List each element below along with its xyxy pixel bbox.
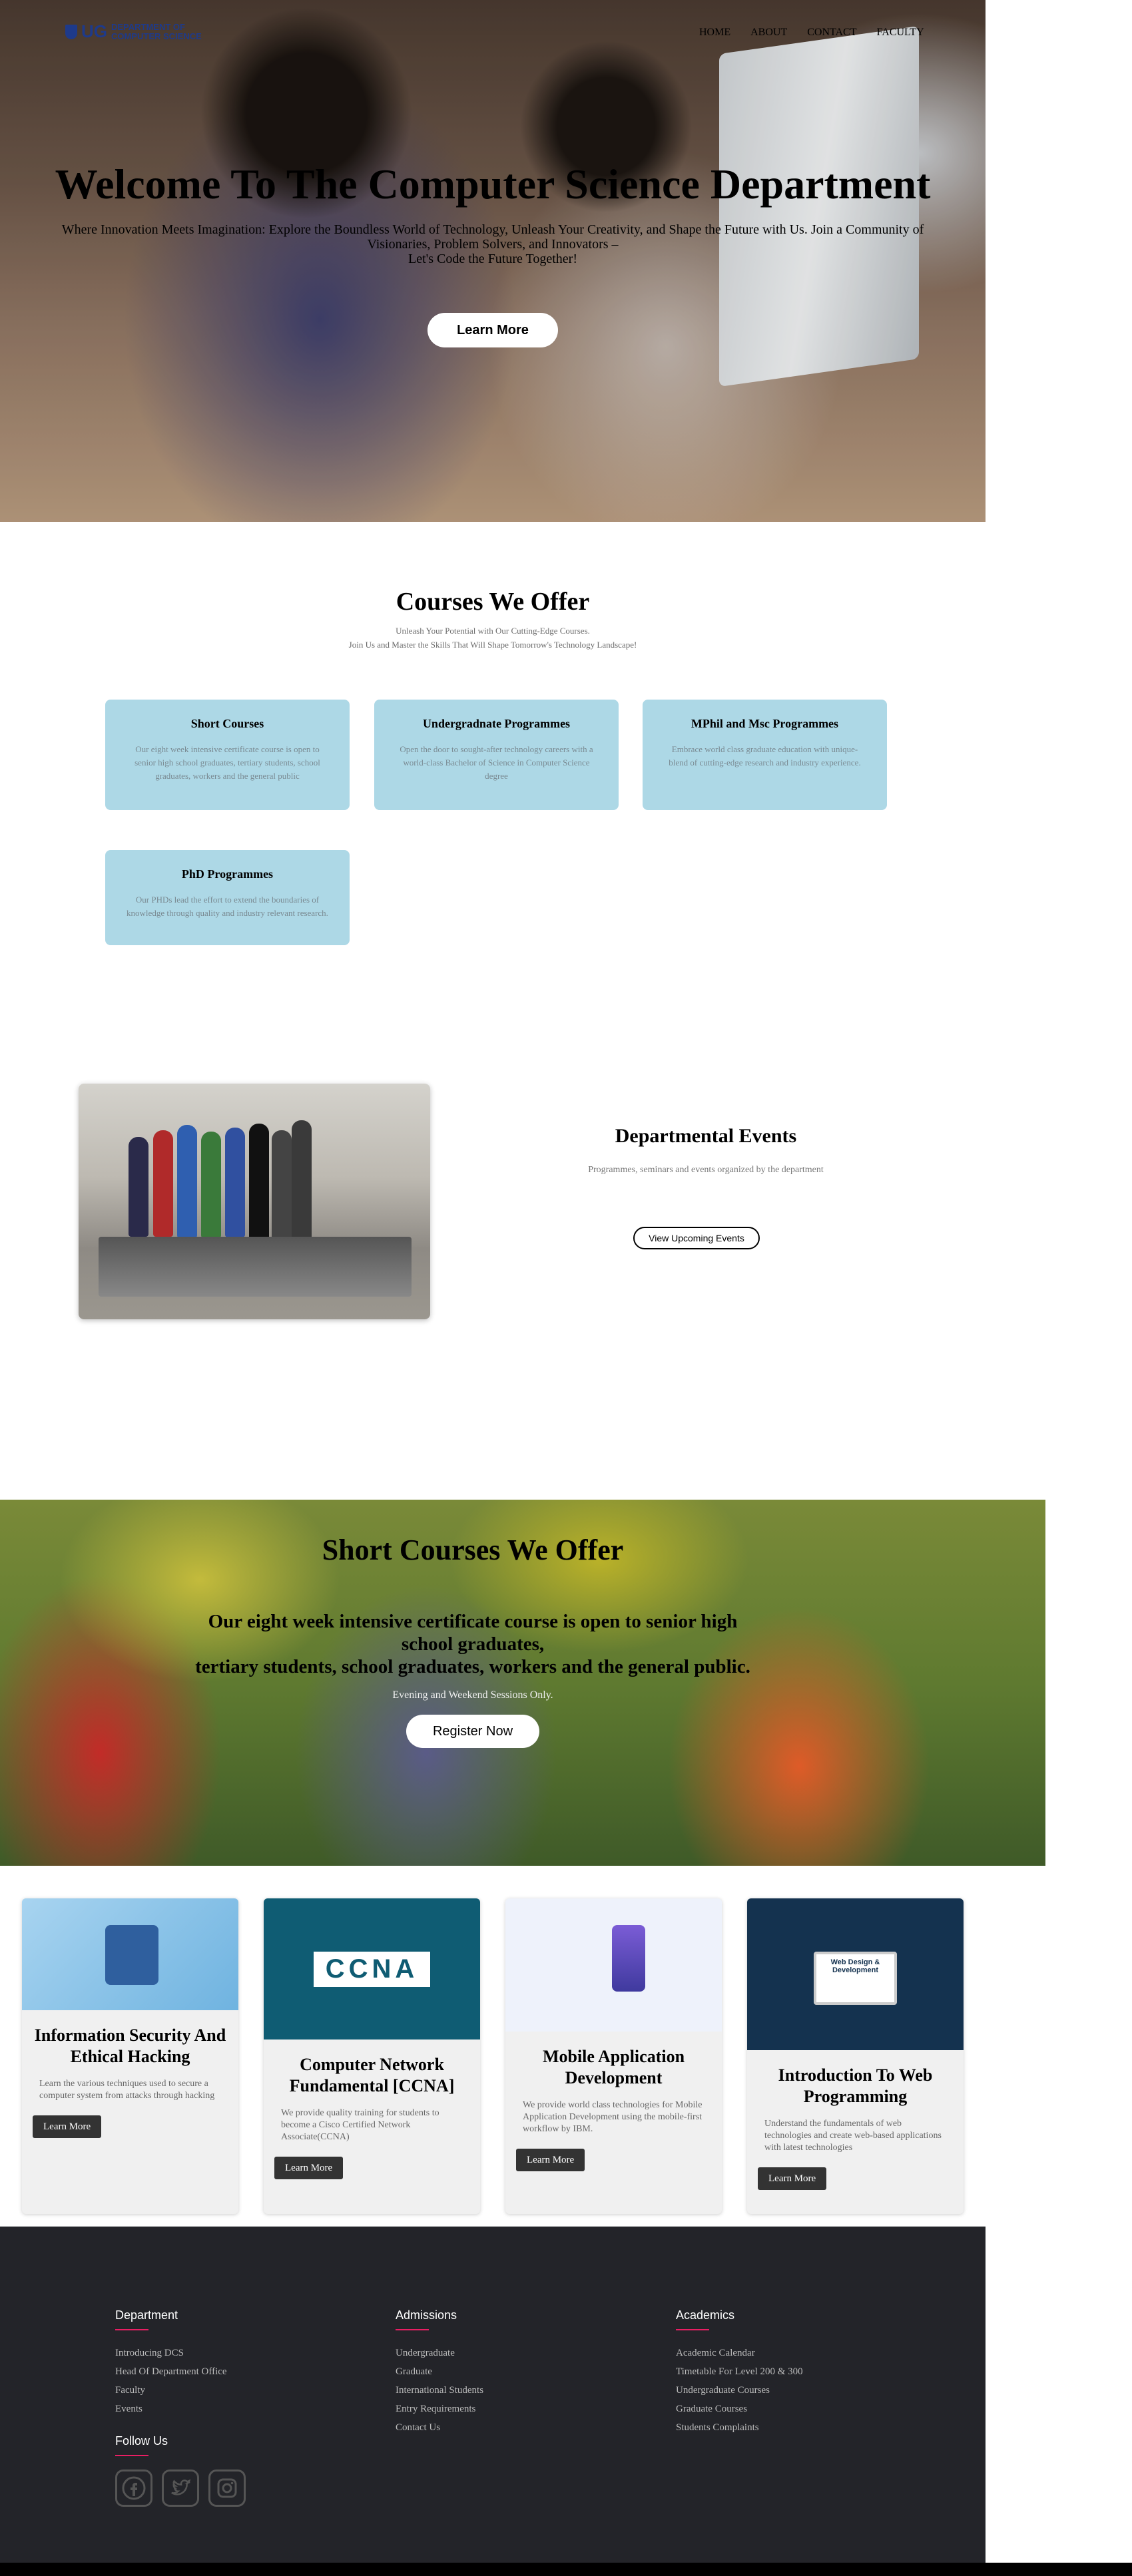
course-card-mobile-app[interactable]: Mobile Application Development We provid… xyxy=(505,1898,722,2214)
footer-link[interactable]: Students Complaints xyxy=(676,2418,803,2437)
web-design-illustration: Web Design & Development xyxy=(747,1898,964,2050)
courses-title: Courses We Offer xyxy=(396,588,590,616)
footer-link[interactable]: Undergraduate Courses xyxy=(676,2381,803,2400)
short-courses-banner: Short Courses We Offer Our eight week in… xyxy=(0,1500,1045,1866)
learn-more-button[interactable]: Learn More xyxy=(274,2157,344,2179)
short-courses-line2: school graduates, xyxy=(401,1633,545,1655)
course-card-desc: Our eight week intensive certificate cou… xyxy=(135,744,320,781)
site-footer: Department Introducing DCS Head Of Depar… xyxy=(0,2227,986,2563)
course-card-mphil-msc[interactable]: MPhil and Msc Programmes Embrace world c… xyxy=(643,700,887,810)
ug-crest-icon xyxy=(65,24,77,39)
course-card-short-courses[interactable]: Short Courses Our eight week intensive c… xyxy=(105,700,350,810)
nav-contact[interactable]: CONTACT xyxy=(807,27,856,39)
short-courses-line1: Our eight week intensive certificate cou… xyxy=(208,1611,738,1632)
course-card-desc: We provide quality training for students… xyxy=(281,2108,439,2142)
course-card-desc: Open the door to sought-after technology… xyxy=(400,744,593,781)
smartphone-icon xyxy=(612,1925,645,1992)
nav-faculty[interactable]: FACULTY xyxy=(877,27,924,39)
course-card-desc: Our PHDs lead the effort to extend the b… xyxy=(127,895,328,918)
footer-link[interactable]: Graduate Courses xyxy=(676,2400,803,2418)
department-logo[interactable]: UG DEPARTMENT OF COMPUTER SCIENCE xyxy=(65,21,202,42)
hero-subtitle-line1: Where Innovation Meets Imagination: Expl… xyxy=(61,222,924,252)
main-nav: HOME ABOUT CONTACT FACULTY xyxy=(699,27,924,39)
course-card-title: Mobile Application Development xyxy=(542,2047,685,2087)
view-upcoming-events-button[interactable]: View Upcoming Events xyxy=(633,1227,760,1249)
logo-dept-line1: DEPARTMENT OF xyxy=(111,21,185,32)
footer-link[interactable]: International Students xyxy=(396,2381,483,2400)
course-card-title: Short Courses xyxy=(190,717,264,730)
footer-link[interactable]: Graduate xyxy=(396,2362,483,2381)
short-courses-title: Short Courses We Offer xyxy=(322,1534,624,1566)
course-card-desc: Learn the various techniques used to sec… xyxy=(39,2079,215,2101)
footer-heading: Department xyxy=(115,2308,178,2322)
learn-more-button[interactable]: Learn More xyxy=(33,2115,102,2138)
footer-academics: Academics Academic Calendar Timetable Fo… xyxy=(676,2308,803,2437)
footer-link[interactable]: Head Of Department Office xyxy=(115,2362,227,2381)
course-card-info-security[interactable]: Information Security And Ethical Hacking… xyxy=(22,1898,238,2214)
courses-subtitle-line2: Join Us and Master the Skills That Will … xyxy=(348,640,637,650)
nav-about[interactable]: ABOUT xyxy=(750,27,787,39)
course-card-title: Computer Network Fundamental [CCNA] xyxy=(289,2055,455,2095)
logo-dept-line2: COMPUTER SCIENCE xyxy=(111,31,202,41)
ccna-illustration: CCNA xyxy=(264,1898,480,2039)
hero-title: Welcome To The Computer Science Departme… xyxy=(55,160,931,208)
bottom-bar xyxy=(0,2563,1132,2576)
course-card-title: Undergradnate Programmes xyxy=(422,717,571,730)
footer-link[interactable]: Contact Us xyxy=(396,2418,483,2437)
ccna-logo-text: CCNA xyxy=(313,1951,431,1987)
hero-subtitle-line2: Let's Code the Future Together! xyxy=(408,252,577,266)
events-title: Departmental Events xyxy=(615,1125,797,1147)
course-card-undergraduate[interactable]: Undergradnate Programmes Open the door t… xyxy=(374,700,619,810)
padlock-icon xyxy=(105,1925,158,1985)
hero-subtitle: Where Innovation Meets Imagination: Expl… xyxy=(60,222,926,266)
short-courses-note: Evening and Weekend Sessions Only. xyxy=(392,1689,553,1701)
logo-ug-text: UG xyxy=(81,21,107,41)
course-card-title: PhD Programmes xyxy=(181,867,274,881)
learn-more-button[interactable]: Learn More xyxy=(516,2149,585,2171)
mobile-app-illustration xyxy=(505,1898,722,2032)
course-card-web-programming[interactable]: Web Design & Development Introduction To… xyxy=(747,1898,964,2214)
security-illustration xyxy=(22,1898,238,2010)
short-courses-line3: tertiary students, school graduates, wor… xyxy=(195,1656,750,1677)
footer-heading: Follow Us xyxy=(115,2434,168,2448)
course-card-title: MPhil and Msc Programmes xyxy=(691,717,839,730)
footer-heading: Admissions xyxy=(396,2308,457,2322)
footer-link[interactable]: Academic Calendar xyxy=(676,2344,803,2362)
footer-department: Department Introducing DCS Head Of Depar… xyxy=(115,2308,227,2418)
footer-admissions: Admissions Undergraduate Graduate Intern… xyxy=(396,2308,483,2437)
instagram-icon[interactable] xyxy=(208,2469,246,2507)
footer-link[interactable]: Introducing DCS xyxy=(115,2344,227,2362)
courses-subtitle-line1: Unleash Your Potential with Our Cutting-… xyxy=(396,626,590,636)
learn-more-button[interactable]: Learn More xyxy=(758,2167,827,2190)
course-card-desc: We provide world class technologies for … xyxy=(523,2100,703,2134)
footer-link[interactable]: Entry Requirements xyxy=(396,2400,483,2418)
footer-link[interactable]: Undergraduate xyxy=(396,2344,483,2362)
twitter-icon[interactable] xyxy=(162,2469,199,2507)
course-card-phd[interactable]: PhD Programmes Our PHDs lead the effort … xyxy=(105,850,350,945)
course-card-desc: Embrace world class graduate education w… xyxy=(669,744,861,767)
facebook-icon[interactable] xyxy=(115,2469,152,2507)
footer-heading: Academics xyxy=(676,2308,735,2322)
footer-follow-us: Follow Us xyxy=(115,2434,246,2507)
footer-link[interactable]: Faculty xyxy=(115,2381,227,2400)
footer-link[interactable]: Events xyxy=(115,2400,227,2418)
course-card-title: Introduction To Web Programming xyxy=(778,2065,933,2106)
hero-learn-more-button[interactable]: Learn More xyxy=(427,313,558,347)
hero-section: UG DEPARTMENT OF COMPUTER SCIENCE HOME A… xyxy=(0,0,986,522)
footer-link[interactable]: Timetable For Level 200 & 300 xyxy=(676,2362,803,2381)
monitor-icon: Web Design & Development xyxy=(814,1952,897,2005)
nav-home[interactable]: HOME xyxy=(699,27,730,39)
course-card-title: Information Security And Ethical Hacking xyxy=(34,2026,226,2066)
events-group-photo xyxy=(79,1084,430,1319)
course-card-ccna[interactable]: CCNA Computer Network Fundamental [CCNA]… xyxy=(264,1898,480,2214)
register-now-button[interactable]: Register Now xyxy=(406,1715,539,1748)
course-card-desc: Understand the fundamentals of web techn… xyxy=(764,2119,942,2153)
events-subtitle: Programmes, seminars and events organize… xyxy=(588,1165,824,1175)
